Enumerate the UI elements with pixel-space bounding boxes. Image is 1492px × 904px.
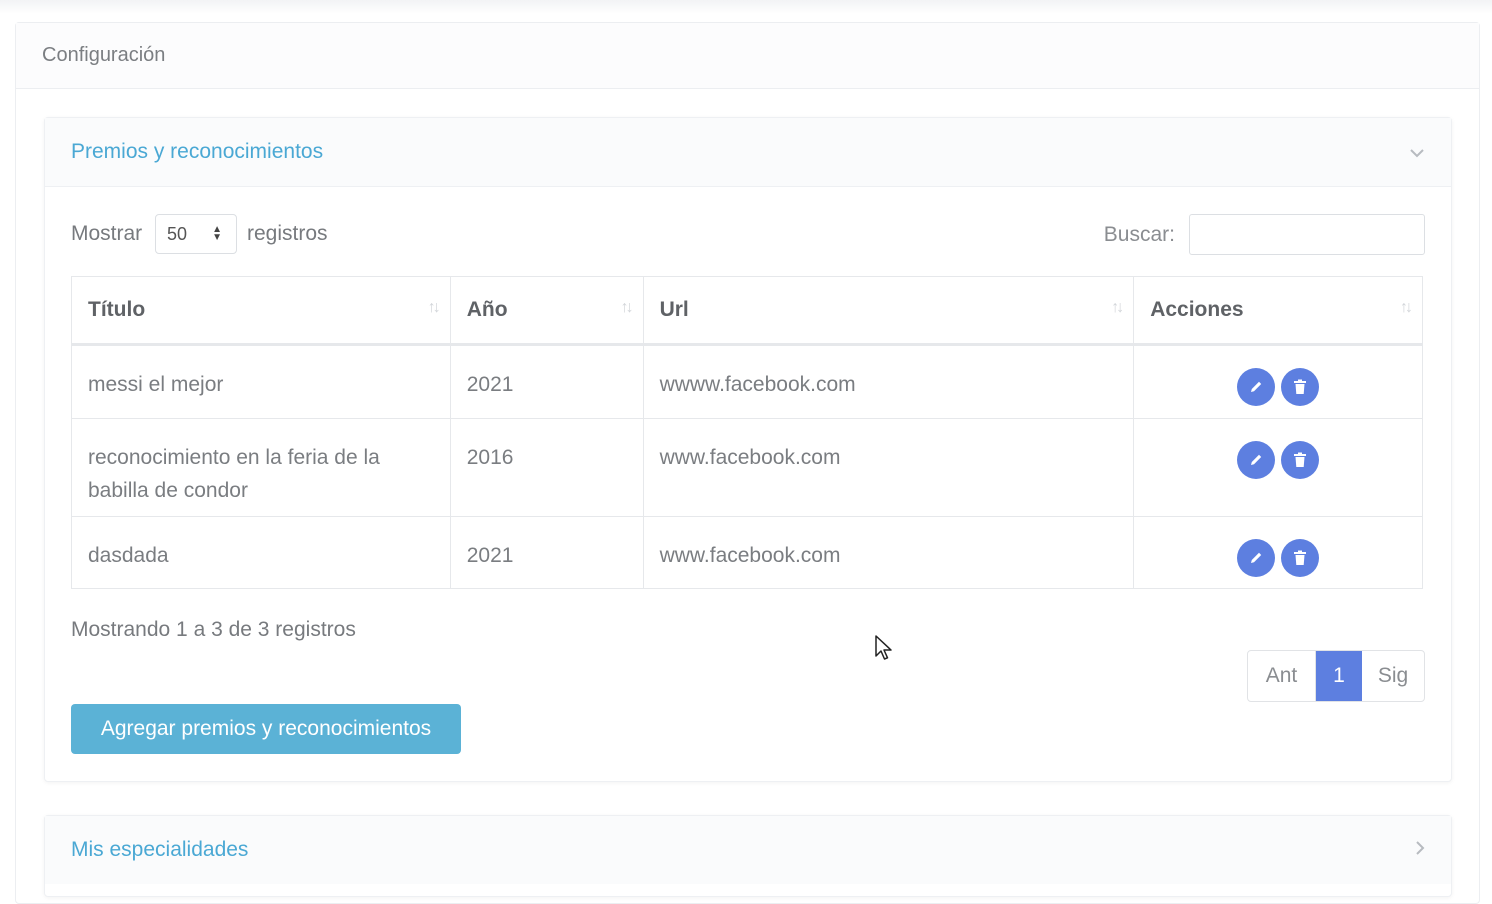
trash-icon xyxy=(1294,379,1307,394)
cell-url: www.facebook.com xyxy=(642,418,1135,517)
records-label: registros xyxy=(247,222,328,245)
chevron-right-icon[interactable] xyxy=(1415,840,1425,861)
column-header-label: Acciones xyxy=(1150,298,1244,321)
edit-button[interactable] xyxy=(1237,539,1276,577)
sort-arrows-icon: ↑↓ xyxy=(620,299,634,316)
pencil-icon xyxy=(1251,381,1262,392)
cell-actions xyxy=(1133,344,1423,419)
sort-arrows-icon: ↑↓ xyxy=(427,299,441,316)
column-header-acciones[interactable]: Acciones ↑↓ xyxy=(1133,276,1423,346)
table-row: dasdada 2021 www.facebook.com xyxy=(71,516,1423,589)
pencil-icon xyxy=(1251,454,1262,465)
select-arrows-icon: ▲ ▼ xyxy=(212,224,222,243)
column-header-url[interactable]: Url ↑↓ xyxy=(642,276,1135,346)
delete-button[interactable] xyxy=(1281,539,1320,577)
sort-arrows-icon: ↑↓ xyxy=(1111,299,1124,316)
pagination-page-1[interactable]: 1 xyxy=(1316,651,1362,701)
table-row: messi el mejor 2021 wwww.facebook.com xyxy=(71,344,1423,419)
table-row: reconocimiento en la feria de la babilla… xyxy=(71,418,1423,517)
cell-url: wwww.facebook.com xyxy=(642,344,1135,419)
page-size-select[interactable]: 50 ▲ ▼ xyxy=(155,214,237,254)
cell-titulo: dasdada xyxy=(71,516,451,589)
mouse-cursor-icon xyxy=(875,635,892,660)
show-label: Mostrar xyxy=(71,222,143,245)
cell-anio: 2016 xyxy=(449,418,644,517)
trash-icon xyxy=(1294,550,1307,565)
specialties-panel-header[interactable]: Mis especialidades xyxy=(45,816,1451,884)
cell-anio: 2021 xyxy=(449,516,644,589)
cell-actions xyxy=(1133,418,1423,517)
search-label: Buscar: xyxy=(1103,223,1175,246)
cell-titulo: reconocimiento en la feria de la babilla… xyxy=(71,418,451,517)
column-header-anio[interactable]: Año ↑↓ xyxy=(449,276,644,346)
pencil-icon xyxy=(1251,552,1262,563)
table-controls: Mostrar 50 ▲ ▼ registros Buscar: xyxy=(71,214,1425,256)
page-title: Configuración xyxy=(16,23,1479,89)
awards-panel-title[interactable]: Premios y reconocimientos xyxy=(71,140,323,164)
column-header-label: Título xyxy=(88,298,146,321)
pagination-prev[interactable]: Ant xyxy=(1248,651,1316,701)
cell-actions xyxy=(1133,516,1423,589)
delete-button[interactable] xyxy=(1281,441,1320,479)
specialties-panel: Mis especialidades xyxy=(44,815,1452,897)
pagination-next[interactable]: Sig xyxy=(1362,651,1424,701)
cell-anio: 2021 xyxy=(449,344,644,419)
specialties-panel-title[interactable]: Mis especialidades xyxy=(71,838,248,862)
add-award-button[interactable]: Agregar premios y reconocimientos xyxy=(71,704,461,754)
column-header-label: Año xyxy=(466,298,508,321)
cell-titulo: messi el mejor xyxy=(71,344,451,419)
cell-url: www.facebook.com xyxy=(642,516,1135,589)
delete-button[interactable] xyxy=(1281,368,1320,406)
awards-panel-header[interactable]: Premios y reconocimientos xyxy=(45,118,1451,187)
pagination: Ant 1 Sig xyxy=(1247,650,1425,702)
column-header-label: Url xyxy=(659,298,689,321)
search-input[interactable] xyxy=(1189,214,1425,255)
table-info: Mostrando 1 a 3 de 3 registros xyxy=(71,618,356,641)
configuration-card: Configuración Premios y reconocimientos … xyxy=(15,22,1480,904)
edit-button[interactable] xyxy=(1237,441,1276,479)
awards-table: Título ↑↓ Año ↑↓ Url ↑↓ Acciones ↑↓ messi el… xyxy=(71,276,1423,589)
awards-panel: Premios y reconocimientos Mostrar 50 ▲ ▼ … xyxy=(44,117,1452,782)
top-shadow xyxy=(0,0,1492,14)
trash-icon xyxy=(1294,452,1307,467)
column-header-titulo[interactable]: Título ↑↓ xyxy=(71,276,451,346)
page-size-value: 50 xyxy=(167,223,188,244)
sort-arrows-icon: ↑↓ xyxy=(1400,299,1413,316)
edit-button[interactable] xyxy=(1237,368,1276,406)
chevron-down-icon[interactable] xyxy=(1409,142,1425,163)
table-header-row: Título ↑↓ Año ↑↓ Url ↑↓ Acciones ↑↓ xyxy=(71,276,1423,346)
